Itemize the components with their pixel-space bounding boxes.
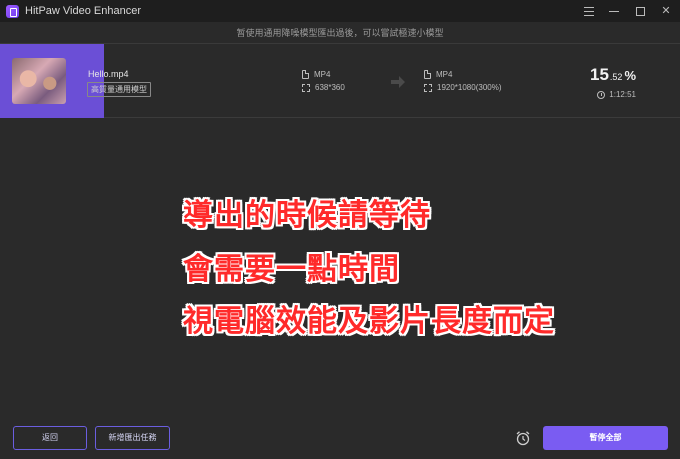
model-tag: 高質量通用模型 [87, 82, 151, 97]
resolution-icon [302, 83, 310, 92]
progress-sign: % [624, 68, 636, 83]
file-icon [424, 70, 431, 79]
overlay-line-2: 會需要一點時間 [183, 252, 400, 287]
back-button[interactable]: 返回 [13, 426, 87, 450]
add-export-task-button[interactable]: 新增匯出任務 [95, 426, 170, 450]
file-icon [302, 70, 309, 79]
file-name: Hello.mp4 [88, 69, 129, 79]
source-resolution: 638*360 [315, 83, 345, 92]
output-resolution: 1920*1080(300%) [437, 83, 502, 92]
clock-icon [597, 90, 606, 99]
alarm-icon[interactable] [515, 430, 531, 446]
menu-icon[interactable] [584, 6, 594, 16]
task-row: Hello.mp4 高質量通用模型 MP4 638*360 MP4 1920*1… [0, 44, 680, 118]
close-icon[interactable]: ✕ [660, 5, 672, 17]
notice-text: 暂使用通用降噪模型匯出過後，可以嘗試極速小模型 [0, 22, 680, 44]
progress-percent: 15 .52 % [590, 65, 636, 85]
output-info: MP4 1920*1080(300%) [424, 68, 502, 94]
app-title: HitPaw Video Enhancer [25, 5, 141, 17]
source-format: MP4 [314, 70, 331, 79]
elapsed-value: 1:12:51 [609, 90, 636, 99]
video-thumbnail [12, 58, 66, 104]
minimize-icon[interactable] [608, 5, 620, 17]
maximize-icon[interactable] [634, 5, 646, 17]
output-format: MP4 [436, 70, 453, 79]
resolution-icon [424, 83, 432, 92]
title-bar: HitPaw Video Enhancer ✕ [0, 0, 680, 22]
progress-main: 15 [590, 65, 609, 84]
pause-all-button[interactable]: 暫停全部 [543, 426, 668, 450]
overlay-line-1: 導出的時候請等待 [183, 198, 431, 233]
source-info: MP4 638*360 [302, 68, 345, 94]
elapsed-time: 1:12:51 [597, 90, 636, 99]
progress-decimal: .52 [609, 72, 623, 82]
arrow-right-icon [391, 76, 405, 88]
window-controls: ✕ [584, 0, 672, 22]
overlay-line-3: 視電腦效能及影片長度而定 [183, 304, 555, 339]
app-logo-icon [6, 4, 19, 18]
